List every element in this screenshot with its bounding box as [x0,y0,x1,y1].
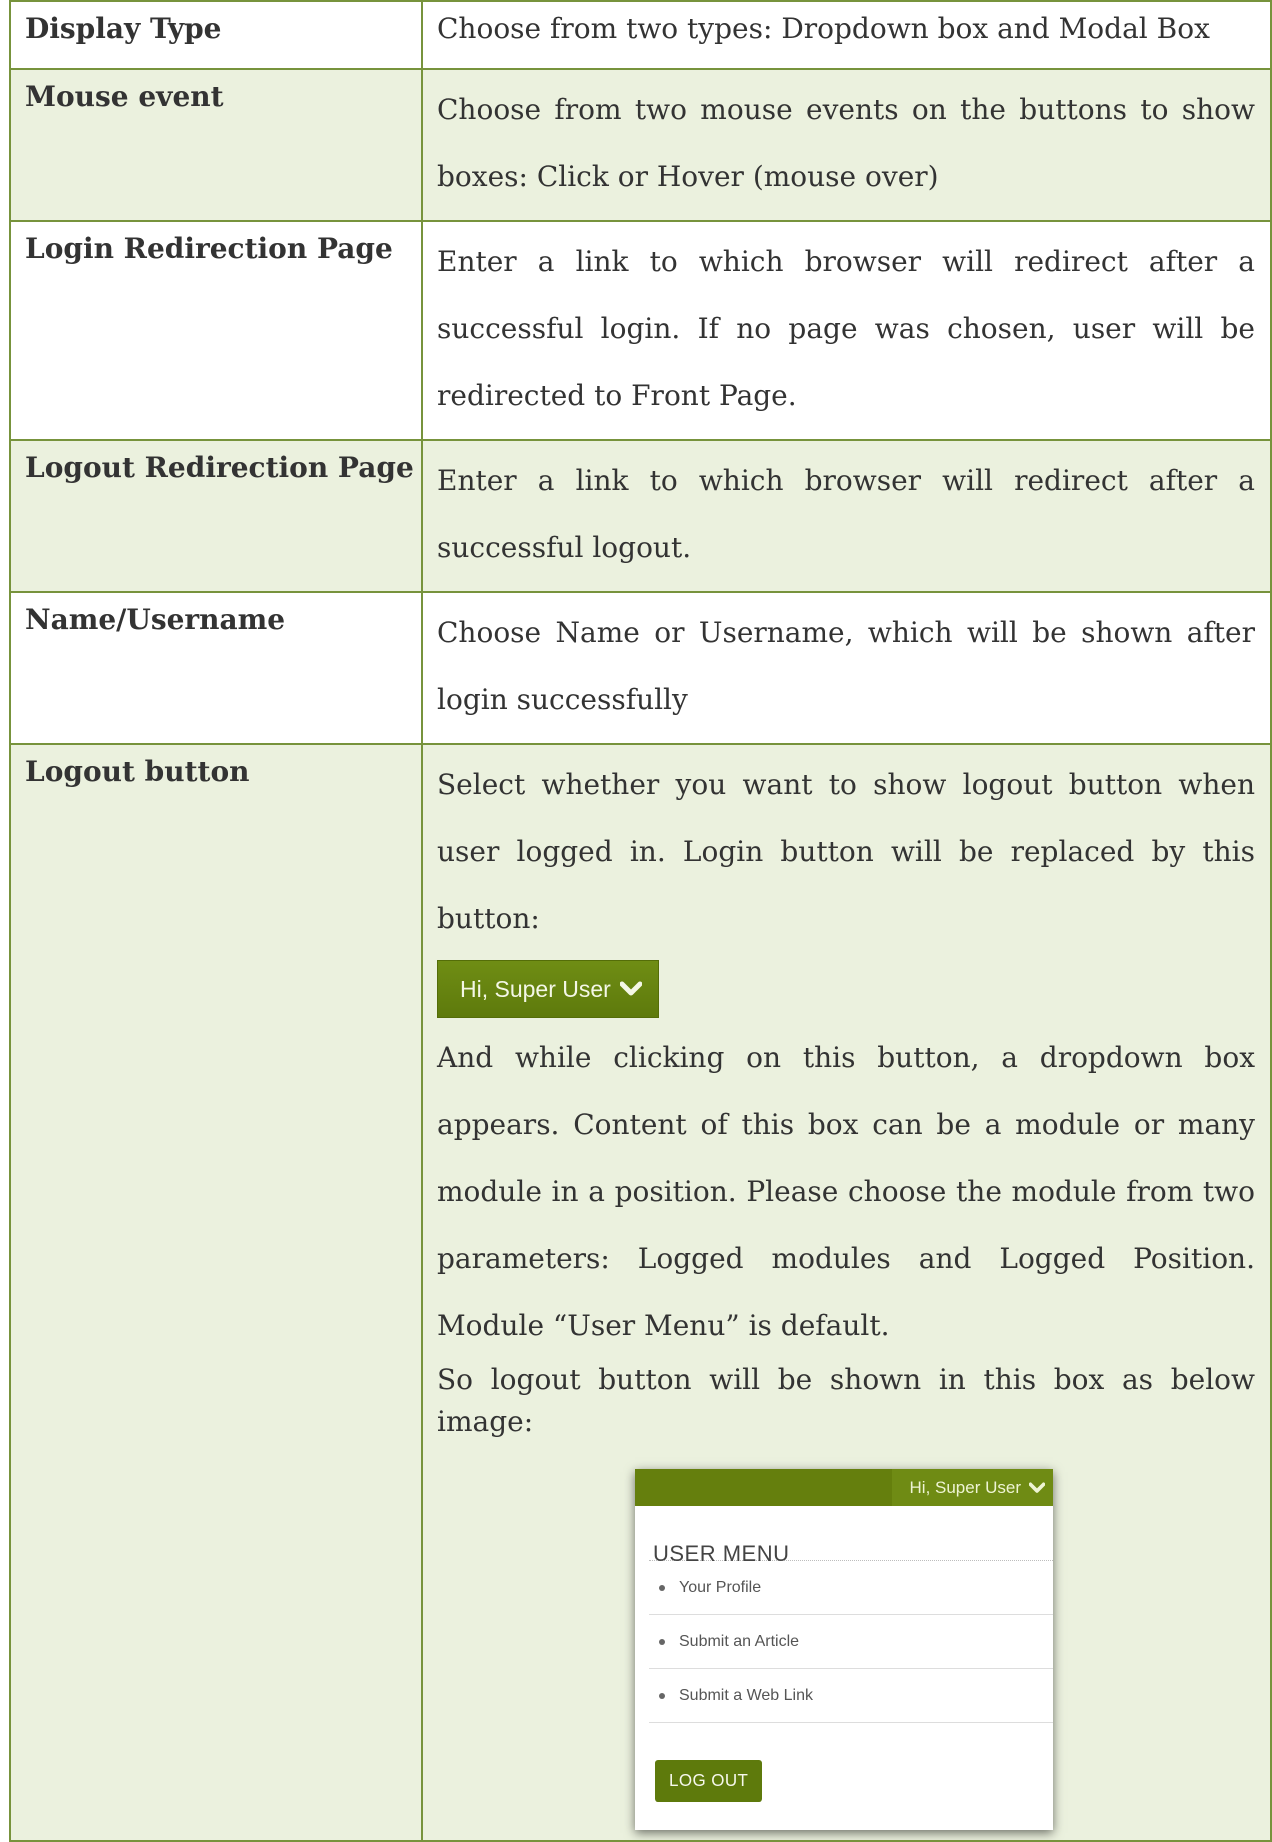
menu-item-label: Your Profile [679,1579,762,1596]
row-logout-redirection: Logout Redirection Page Enter a link to … [9,439,1272,593]
bullet-icon [659,1638,665,1645]
param-desc-cell: Choose from two types: Dropdown box and … [421,0,1272,70]
row-name-username: Name/Username Choose Name or Username, w… [9,591,1272,745]
param-description: Enter a link to which browser will redir… [437,245,1255,412]
param-name: Mouse event [25,80,224,113]
menu-item-submit-article[interactable]: Submit an Article [649,1615,1053,1669]
menu-item-your-profile[interactable]: Your Profile [649,1561,1053,1615]
param-desc-cell: Choose from two mouse events on the butt… [421,68,1272,222]
param-description: Choose from two mouse events on the butt… [437,93,1255,193]
param-name: Logout Redirection Page [25,451,414,484]
user-menu-list: Your Profile Submit an Article Submit a … [635,1561,1053,1723]
row-display-type: Display Type Choose from two types: Drop… [9,0,1272,70]
menu-hi-button-label: Hi, Super User [909,1478,1021,1497]
param-desc-cell: Choose Name or Username, which will be s… [421,591,1272,745]
menu-item-label: Submit an Article [679,1633,800,1650]
chevron-down-icon [619,981,642,996]
param-name-cell: Logout button [9,743,423,1842]
menu-hi-button[interactable]: Hi, Super User [891,1469,1053,1506]
row-logout-button: Logout button Select whether you want to… [9,743,1272,1842]
param-desc-cell: Enter a link to which browser will redir… [421,220,1272,441]
param-name: Logout button [25,755,250,788]
param-desc-cell: Select whether you want to show logout b… [421,743,1272,1842]
bullet-icon [659,1584,665,1591]
param-description: Select whether you want to show logout b… [423,745,1270,1840]
param-name-cell: Logout Redirection Page [9,439,423,593]
param-description: Enter a link to which browser will redir… [437,464,1255,564]
menu-header-bar: Hi, Super User [635,1469,1053,1506]
row-login-redirection: Login Redirection Page Enter a link to w… [9,220,1272,441]
below-image-text: So logout button will be shown in this b… [437,1363,1255,1438]
param-name-cell: Name/Username [9,591,423,745]
param-name: Display Type [25,12,222,45]
param-name-cell: Mouse event [9,68,423,222]
hi-super-user-button[interactable]: Hi, Super User [437,960,659,1018]
user-menu-screenshot: Hi, Super User USER MENU Your Profile Su… [635,1469,1053,1830]
logout-intro-text: Select whether you want to show logout b… [437,768,1255,935]
param-name-cell: Display Type [9,0,423,70]
param-name: Login Redirection Page [25,232,393,265]
bullet-icon [659,1692,665,1699]
menu-footer: LOG OUT [635,1723,1053,1830]
hi-button-label: Hi, Super User [460,975,611,1002]
menu-item-submit-web-link[interactable]: Submit a Web Link [649,1669,1053,1723]
param-name-cell: Login Redirection Page [9,220,423,441]
parameters-table: Display Type Choose from two types: Drop… [9,0,1272,1842]
dropdown-explanation-text: And while clicking on this button, a dro… [437,1041,1255,1342]
chevron-down-icon [1029,1482,1045,1493]
param-description: Choose from two types: Dropdown box and … [437,12,1210,45]
param-name: Name/Username [25,603,286,636]
menu-item-label: Submit a Web Link [679,1687,813,1704]
logout-button[interactable]: LOG OUT [655,1760,763,1802]
row-mouse-event: Mouse event Choose from two mouse events… [9,68,1272,222]
param-desc-cell: Enter a link to which browser will redir… [421,439,1272,593]
param-description: Choose Name or Username, which will be s… [437,616,1255,716]
